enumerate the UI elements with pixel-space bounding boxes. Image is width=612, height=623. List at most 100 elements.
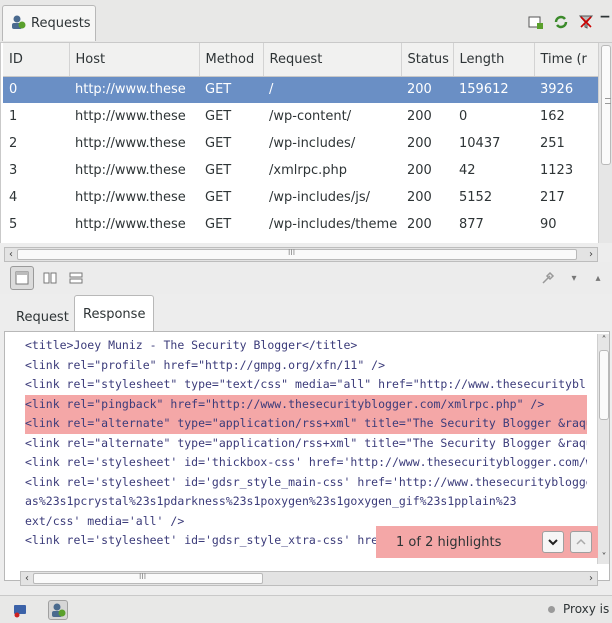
- column-header-host[interactable]: Host: [69, 43, 200, 77]
- cell-request: /: [263, 76, 401, 103]
- column-header-length[interactable]: Length: [453, 43, 535, 77]
- response-line: <link rel="pingback" href="http://www.th…: [25, 394, 587, 414]
- proxy-status: Proxy is: [548, 602, 609, 616]
- chevron-down-icon[interactable]: ▾: [562, 266, 586, 290]
- table-row[interactable]: 3 http://www.these GET/xmlrpc.php 200 42 1123: [3, 157, 599, 184]
- highlights-bar: 1 of 2 highlights: [376, 526, 598, 558]
- table-horizontal-scrollbar[interactable]: ‹ III ›: [4, 247, 598, 262]
- scroll-grip: III: [139, 572, 147, 581]
- cell-host: http://www.these: [75, 109, 186, 124]
- column-header-request[interactable]: Request: [263, 43, 402, 77]
- proxy-status-dot-icon: [548, 606, 555, 613]
- column-header-status[interactable]: Status: [401, 43, 454, 77]
- cell-method: GET: [205, 190, 232, 205]
- next-highlight-button[interactable]: [542, 531, 564, 553]
- scroll-right-icon[interactable]: ›: [585, 572, 597, 585]
- filter-clear-icon[interactable]: [578, 14, 594, 30]
- table-row[interactable]: 0 http://www.these GET/200 159612 3926: [3, 76, 599, 103]
- layout-side-by-side-button[interactable]: [38, 266, 62, 290]
- table-row[interactable]: 1 http://www.these GET/wp-content/200 0 162: [3, 103, 599, 130]
- column-header-method[interactable]: Method: [199, 43, 264, 77]
- cell-time: 251: [540, 136, 565, 151]
- tab-request[interactable]: Request: [8, 303, 77, 332]
- cell-id: 2: [9, 136, 18, 151]
- cell-host: http://www.these: [69, 76, 199, 103]
- table-row[interactable]: 5 http://www.these GET/wp-includes/theme 20…: [3, 211, 599, 238]
- column-header-id[interactable]: ID: [3, 43, 70, 77]
- response-line: <link rel="alternate" type="application/…: [25, 414, 587, 434]
- layout-tabs-button[interactable]: [10, 266, 34, 290]
- cell-id: 3: [9, 163, 18, 178]
- response-vertical-scroll-thumb[interactable]: [599, 350, 609, 420]
- chevron-down-icon: [548, 539, 558, 546]
- cell-id: 5: [9, 217, 18, 232]
- cell-request: /xmlrpc.php: [269, 163, 347, 178]
- tab-requests-label: Requests: [31, 16, 91, 31]
- cell-request: /wp-includes/: [269, 136, 356, 151]
- requests-table: ID Host Method Request Status Length Tim…: [3, 43, 600, 238]
- minimize-icon[interactable]: ▔: [597, 14, 612, 30]
- cell-status: 200: [407, 217, 432, 232]
- table-row[interactable]: 2 http://www.these GET/wp-includes/200 1043…: [3, 130, 599, 157]
- layout-above-below-button[interactable]: [64, 266, 88, 290]
- cell-status: 200: [407, 109, 432, 124]
- table-vertical-scrollbar[interactable]: [598, 43, 612, 243]
- response-source[interactable]: <title>Joey Muniz - The Security Blogger…: [25, 336, 587, 551]
- previous-highlight-button[interactable]: [570, 531, 592, 553]
- cell-request: /wp-includes/js/: [269, 190, 370, 205]
- cell-id: 1: [9, 109, 18, 124]
- cell-length: 5152: [459, 190, 493, 205]
- scroll-left-icon[interactable]: ‹: [5, 248, 17, 261]
- table-row[interactable]: 4 http://www.these GET/wp-includes/js/200 5…: [3, 184, 599, 211]
- response-horizontal-scroll-thumb[interactable]: III: [33, 572, 263, 584]
- cell-method: GET: [199, 76, 263, 103]
- tab-requests[interactable]: Requests: [2, 5, 96, 41]
- alerts-button[interactable]: [10, 600, 30, 620]
- requests-panel-button[interactable]: [48, 600, 68, 620]
- cell-time: 217: [540, 190, 565, 205]
- layout-toolbar: ▾ ▴: [0, 262, 612, 294]
- cell-time: 90: [540, 217, 557, 232]
- cell-time: 1123: [540, 163, 574, 178]
- requests-icon: [52, 603, 66, 617]
- cell-length: 0: [459, 109, 468, 124]
- tools-icon[interactable]: [536, 266, 560, 290]
- cell-status: 200: [407, 136, 432, 151]
- requests-table-panel: ID Host Method Request Status Length Tim…: [0, 43, 612, 243]
- export-icon[interactable]: [528, 14, 544, 30]
- cell-id: 0: [3, 76, 69, 103]
- cell-method: GET: [205, 136, 232, 151]
- chevron-up-icon[interactable]: ▴: [586, 266, 610, 290]
- cell-request: /wp-includes/theme: [269, 217, 398, 232]
- response-line: <link rel='stylesheet' id='gdsr_style_ma…: [25, 474, 587, 489]
- response-line: as%23s1pcrystal%23s1pdarkness%23s1poxyge…: [25, 494, 517, 508]
- refresh-icon[interactable]: [553, 14, 569, 30]
- top-tab-bar: Requests ▔: [0, 0, 612, 43]
- cell-method: GET: [205, 163, 232, 178]
- cell-length: 42: [459, 163, 476, 178]
- tab-request-label: Request: [16, 310, 69, 325]
- cell-length: 10437: [459, 136, 501, 151]
- requests-icon: [10, 14, 26, 34]
- detail-panel: Request Response <title>Joey Muniz - The…: [0, 295, 612, 586]
- scroll-up-icon[interactable]: ˄: [598, 334, 610, 347]
- response-vertical-scrollbar[interactable]: ˄ ˅: [597, 334, 609, 564]
- proxy-status-label: Proxy is: [563, 602, 610, 616]
- cell-host: http://www.these: [75, 217, 186, 232]
- cell-time: 3926: [534, 76, 599, 103]
- table-horizontal-scroll-thumb[interactable]: III: [17, 248, 577, 260]
- scroll-left-icon[interactable]: ‹: [21, 572, 33, 585]
- scroll-down-icon[interactable]: ˅: [598, 551, 610, 564]
- highlights-count: 1 of 2 highlights: [396, 534, 502, 550]
- response-body-panel: <title>Joey Muniz - The Security Blogger…: [4, 331, 610, 581]
- cell-request: /wp-content/: [269, 109, 352, 124]
- layout-side-by-side-icon: [43, 272, 57, 284]
- response-horizontal-scrollbar[interactable]: ‹ III ›: [20, 571, 598, 586]
- tab-response[interactable]: Response: [74, 295, 154, 332]
- tab-response-label: Response: [83, 306, 146, 322]
- response-line: <link rel="alternate" type="application/…: [25, 435, 587, 450]
- scroll-right-icon[interactable]: ›: [585, 248, 597, 261]
- table-vertical-scroll-thumb[interactable]: [601, 45, 611, 165]
- column-header-time[interactable]: Time (r: [534, 43, 600, 77]
- chevron-up-icon: [576, 538, 586, 545]
